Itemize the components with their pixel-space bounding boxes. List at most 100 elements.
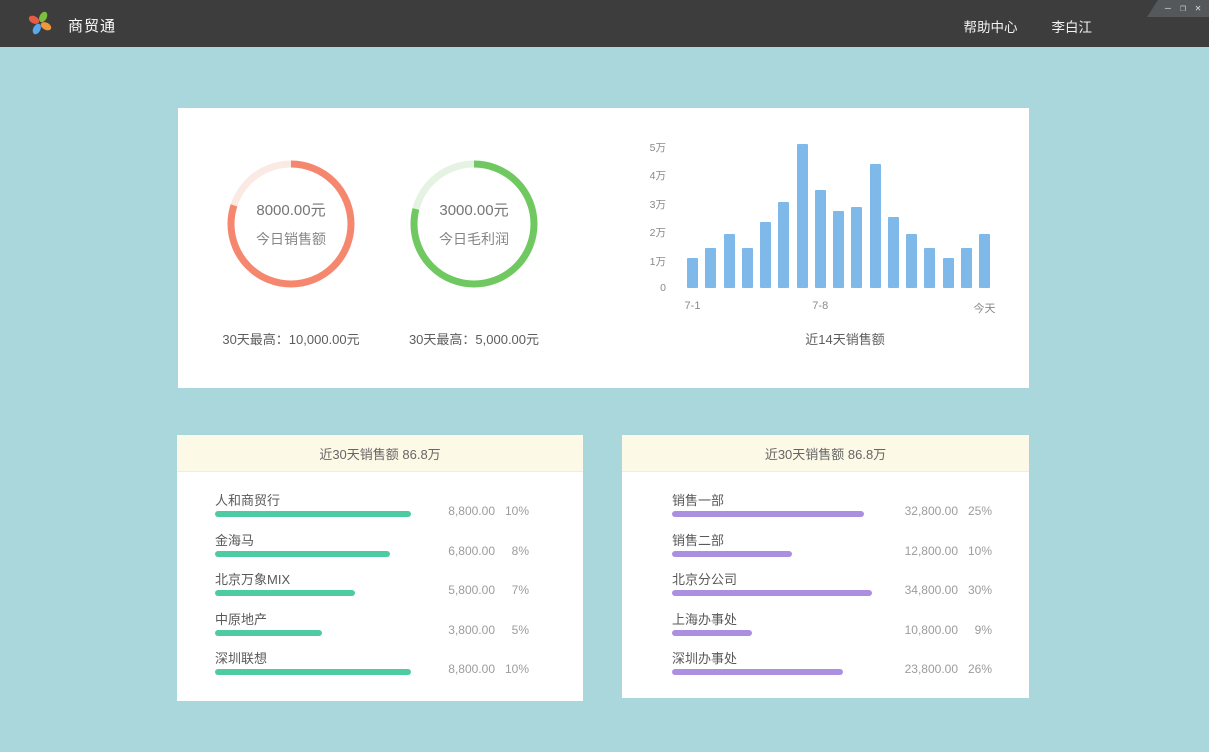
item-progress-bar <box>215 590 355 596</box>
maximize-icon[interactable]: ❐ <box>1180 4 1186 14</box>
today-sales-label: 今日销售额 <box>256 229 326 249</box>
item-name: 人和商贸行 <box>215 490 280 509</box>
item-percent: 8% <box>495 544 529 558</box>
item-name: 销售二部 <box>672 530 724 549</box>
item-amount-and-percent: 8,800.0010% <box>448 504 529 518</box>
item-amount: 8,800.00 <box>448 662 495 676</box>
item-name: 北京分公司 <box>672 569 737 588</box>
item-amount-and-percent: 12,800.0010% <box>905 544 992 558</box>
item-amount: 32,800.00 <box>905 504 958 518</box>
list-item: 北京万象MIX 5,800.007% <box>215 569 529 608</box>
list-item: 上海办事处10,800.009% <box>672 609 992 648</box>
help-center-link[interactable]: 帮助中心 <box>964 16 1018 36</box>
item-amount: 10,800.00 <box>905 623 958 637</box>
item-name: 深圳联想 <box>215 648 267 667</box>
bar-day-4 <box>742 248 753 288</box>
profit-30d-max-caption: 30天最高：5,000.00元 <box>344 329 604 348</box>
today-sales-value: 8000.00元 <box>256 199 325 220</box>
item-amount: 5,800.00 <box>448 583 495 597</box>
item-progress-bar <box>215 551 390 557</box>
item-amount: 34,800.00 <box>905 583 958 597</box>
y-tick-label: 3万 <box>626 197 666 212</box>
item-amount-and-percent: 8,800.0010% <box>448 662 529 676</box>
customers-card-header: 近30天销售额 86.8万 <box>177 435 583 472</box>
item-amount-and-percent: 6,800.008% <box>448 544 529 558</box>
pinwheel-logo-icon <box>27 10 53 36</box>
list-item: 中原地产 3,800.005% <box>215 609 529 648</box>
sales-14d-bar-chart <box>687 138 990 288</box>
item-name: 中原地产 <box>215 609 267 628</box>
item-percent: 7% <box>495 583 529 597</box>
y-tick-label: 2万 <box>626 225 666 240</box>
item-percent: 26% <box>958 662 992 676</box>
app-title: 商贸通 <box>68 15 116 36</box>
item-amount: 8,800.00 <box>448 504 495 518</box>
list-item: 人和商贸行 8,800.0010% <box>215 490 529 529</box>
item-percent: 10% <box>958 544 992 558</box>
item-amount: 3,800.00 <box>448 623 495 637</box>
x-tick-label: 7-8 <box>785 300 855 312</box>
y-tick-label: 1万 <box>626 254 666 269</box>
bar-day-11 <box>870 164 881 288</box>
bar-chart-title: 近14天销售额 <box>695 329 995 348</box>
bar-day-9 <box>833 211 844 288</box>
bar-day-2 <box>705 248 716 288</box>
today-profit-value: 3000.00元 <box>439 199 508 220</box>
bar-day-12 <box>888 217 899 288</box>
today-overview-card: 8000.00元 今日销售额 30天最高：10,000.00元 3000.00元… <box>178 108 1029 388</box>
list-item: 销售二部 12,800.0010% <box>672 530 992 569</box>
item-amount-and-percent: 10,800.009% <box>905 623 992 637</box>
minimize-icon[interactable]: — <box>1165 4 1171 14</box>
item-progress-bar <box>672 630 752 636</box>
bar-day-13 <box>906 234 917 288</box>
item-name: 北京万象MIX <box>215 569 290 588</box>
bar-day-16 <box>961 248 972 288</box>
x-tick-label: 今天 <box>950 300 1020 316</box>
item-name: 深圳办事处 <box>672 648 737 667</box>
bar-day-14 <box>924 248 935 288</box>
item-progress-bar <box>215 630 322 636</box>
bar-day-3 <box>724 234 735 288</box>
user-name-link[interactable]: 李白江 <box>1052 16 1093 36</box>
item-amount-and-percent: 23,800.0026% <box>905 662 992 676</box>
departments-list: 销售一部 32,800.0025% 销售二部 12,800.0010% 北京分公司 34,… <box>672 490 992 688</box>
x-tick-label: 7-1 <box>658 300 728 312</box>
bar-day-5 <box>760 222 771 288</box>
bar-day-6 <box>778 202 789 288</box>
item-name: 销售一部 <box>672 490 724 509</box>
y-tick-label: 4万 <box>626 168 666 183</box>
item-progress-bar <box>215 669 411 675</box>
bar-day-15 <box>943 258 954 288</box>
today-profit-donut: 3000.00元 今日毛利润 <box>407 157 541 291</box>
bar-day-7 <box>797 144 808 288</box>
item-percent: 25% <box>958 504 992 518</box>
item-amount-and-percent: 5,800.007% <box>448 583 529 597</box>
item-progress-bar <box>672 669 843 675</box>
list-item: 金海马 6,800.008% <box>215 530 529 569</box>
item-percent: 10% <box>495 504 529 518</box>
item-amount: 23,800.00 <box>905 662 958 676</box>
bar-day-8 <box>815 190 826 288</box>
close-icon[interactable]: ✕ <box>1195 4 1201 14</box>
topbar-links: 帮助中心 李白江 <box>964 16 1093 36</box>
list-item: 销售一部 32,800.0025% <box>672 490 992 529</box>
today-profit-label: 今日毛利润 <box>439 229 509 249</box>
bar-day-1 <box>687 258 698 288</box>
list-item: 北京分公司 34,800.0030% <box>672 569 992 608</box>
list-item: 深圳联想 8,800.0010% <box>215 648 529 687</box>
item-progress-bar <box>672 551 792 557</box>
item-name: 金海马 <box>215 530 254 549</box>
y-tick-label: 0 <box>626 282 666 294</box>
bar-day-10 <box>851 207 862 288</box>
item-progress-bar <box>672 590 872 596</box>
item-amount: 6,800.00 <box>448 544 495 558</box>
item-percent: 5% <box>495 623 529 637</box>
item-progress-bar <box>672 511 864 517</box>
item-percent: 9% <box>958 623 992 637</box>
item-amount-and-percent: 3,800.005% <box>448 623 529 637</box>
item-amount-and-percent: 34,800.0030% <box>905 583 992 597</box>
item-percent: 30% <box>958 583 992 597</box>
list-item: 深圳办事处 23,800.0026% <box>672 648 992 687</box>
today-sales-donut: 8000.00元 今日销售额 <box>224 157 358 291</box>
title-bar: 商贸通 帮助中心 李白江 — ❐ ✕ <box>0 0 1209 47</box>
